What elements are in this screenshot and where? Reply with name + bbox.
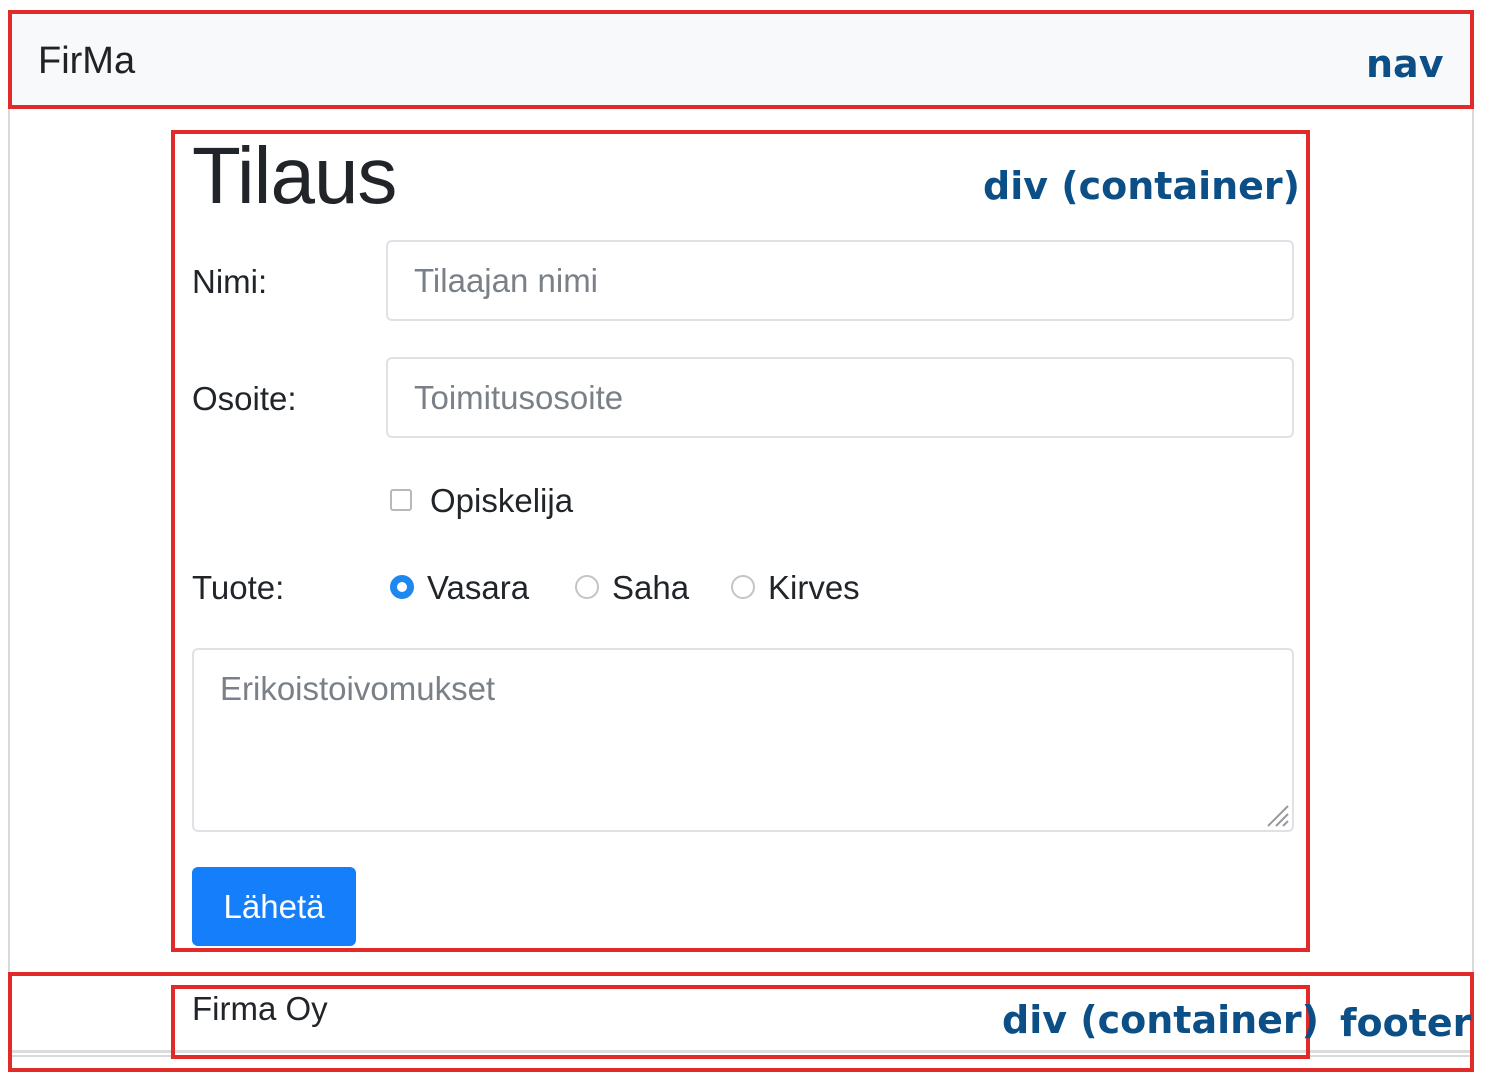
main-container-annotation-label: div (container) (983, 164, 1301, 208)
footer-annotation-label: footer (1340, 1001, 1472, 1045)
footer-container-annotation-label: div (container) (1002, 998, 1320, 1042)
nav-annotation-label: nav (1366, 42, 1444, 86)
main-container-annotation-box (171, 130, 1310, 952)
nav-annotation-box (8, 10, 1474, 109)
